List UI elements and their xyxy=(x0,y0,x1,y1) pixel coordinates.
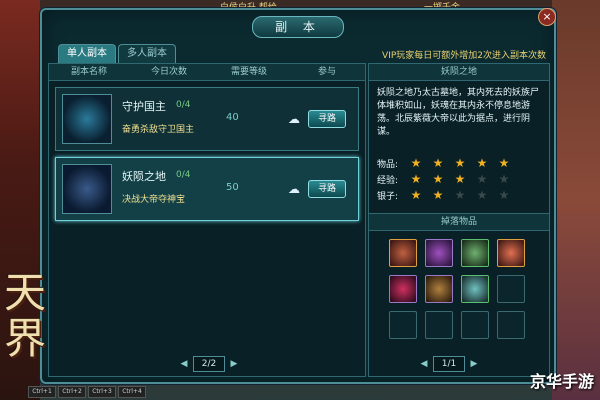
rating-row: 经验: ★ ★ ★ ★ ★ xyxy=(369,171,549,187)
page-indicator: 2/2 xyxy=(193,356,225,372)
prev-page-icon[interactable]: ◀ xyxy=(419,358,429,370)
header-name: 副本名称 xyxy=(70,67,107,77)
dungeon-row[interactable]: 守护国主 0/4 奋勇杀敌守卫国主 40 ☁ 寻路 xyxy=(55,87,359,151)
rating-list: 物品: ★ ★ ★ ★ ★ 经验: ★ ★ ★ ★ ★ 银子: ★ ★ ★ ★ ★ xyxy=(369,155,549,203)
rating-row: 物品: ★ ★ ★ ★ ★ xyxy=(369,155,549,171)
star-icon: ★ xyxy=(454,188,466,202)
drop-item-slot[interactable] xyxy=(497,239,525,267)
list-header: 副本名称 今日次数 需要等级 参与 xyxy=(49,64,365,81)
drops-title: 掉落物品 xyxy=(369,213,549,231)
vip-note: VIP玩家每日可额外增加2次进入副本次数 xyxy=(382,51,546,61)
ctrl-key[interactable]: Ctrl+1 xyxy=(28,386,56,398)
page-indicator: 1/1 xyxy=(433,356,465,372)
header-level: 需要等级 xyxy=(230,67,267,77)
drop-item-slot[interactable] xyxy=(461,239,489,267)
ctrl-key[interactable]: Ctrl+3 xyxy=(88,386,116,398)
star-icon: ★ xyxy=(410,172,422,186)
dungeon-level: 50 xyxy=(226,182,239,193)
dungeon-row[interactable]: 妖陨之地 0/4 决战大帝夺神宝 50 ☁ 寻路 xyxy=(55,157,359,221)
pathfind-button[interactable]: 寻路 xyxy=(308,110,346,128)
list-pager: ◀ 2/2 ▶ xyxy=(179,356,239,372)
drop-item-slot[interactable] xyxy=(425,275,453,303)
star-icon: ★ xyxy=(454,156,466,170)
star-icon: ★ xyxy=(410,188,422,202)
rating-label: 银子: xyxy=(377,191,399,202)
star-icon: ★ xyxy=(432,188,444,202)
dungeon-count: 0/4 xyxy=(176,100,191,110)
cloud-icon: ☁ xyxy=(288,112,300,126)
watermark: 京华手游 xyxy=(529,372,594,391)
detail-description: 妖陨之地乃太古墓地，其内死去的妖族尸体堆积如山，妖魂在其内永不停息地游荡。北辰紫… xyxy=(377,88,540,137)
star-icon: ★ xyxy=(454,172,466,186)
tab-team-dungeon[interactable]: 多人副本 xyxy=(118,44,176,63)
rating-label: 经验: xyxy=(377,175,399,186)
dungeon-list-panel: 副本名称 今日次数 需要等级 参与 守护国主 0/4 奋勇杀敌守卫国主 40 ☁… xyxy=(48,63,366,377)
dungeon-desc: 决战大帝夺神宝 xyxy=(122,195,186,205)
star-icon: ★ xyxy=(410,156,422,170)
star-icon: ★ xyxy=(476,156,488,170)
dungeon-level: 40 xyxy=(226,112,239,123)
drop-item-slot[interactable] xyxy=(461,275,489,303)
star-icon: ★ xyxy=(498,188,510,202)
drop-item-slot[interactable] xyxy=(389,239,417,267)
close-button[interactable]: × xyxy=(538,8,556,26)
pathfind-button[interactable]: 寻路 xyxy=(308,180,346,198)
empty-slot xyxy=(497,275,525,303)
window-title: 副 本 xyxy=(252,16,344,38)
ctrl-shortcut-bar: Ctrl+1 Ctrl+2 Ctrl+3 Ctrl+4 xyxy=(28,386,146,398)
cloud-icon: ☁ xyxy=(288,182,300,196)
tab-bar: 单人副本 多人副本 xyxy=(58,44,176,63)
star-icon: ★ xyxy=(498,172,510,186)
empty-slot xyxy=(461,311,489,339)
next-page-icon[interactable]: ▶ xyxy=(229,358,239,370)
tab-single-dungeon[interactable]: 单人副本 xyxy=(58,44,116,63)
header-join: 参与 xyxy=(317,67,336,77)
empty-slot xyxy=(425,311,453,339)
prev-page-icon[interactable]: ◀ xyxy=(179,358,189,370)
dungeon-desc: 奋勇杀敌守卫国主 xyxy=(122,125,195,135)
dungeon-name: 妖陨之地 xyxy=(122,170,166,183)
rating-row: 银子: ★ ★ ★ ★ ★ xyxy=(369,187,549,203)
dungeon-detail-panel: 妖陨之地 妖陨之地乃太古墓地，其内死去的妖族尸体堆积如山，妖魂在其内永不停息地游… xyxy=(368,63,550,377)
star-icon: ★ xyxy=(498,156,510,170)
empty-slot xyxy=(497,311,525,339)
star-icon: ★ xyxy=(432,172,444,186)
drops-pager: ◀ 1/1 ▶ xyxy=(419,356,479,372)
drop-grid xyxy=(369,231,549,339)
dungeon-window: 副 本 × 单人副本 多人副本 VIP玩家每日可额外增加2次进入副本次数 副本名… xyxy=(40,8,556,384)
ctrl-key[interactable]: Ctrl+4 xyxy=(118,386,146,398)
dungeon-thumbnail xyxy=(62,164,112,214)
next-page-icon[interactable]: ▶ xyxy=(469,358,479,370)
star-icon: ★ xyxy=(432,156,444,170)
empty-slot xyxy=(389,311,417,339)
header-count: 今日次数 xyxy=(150,67,187,77)
dungeon-thumbnail xyxy=(62,94,112,144)
dungeon-count: 0/4 xyxy=(176,170,191,180)
star-icon: ★ xyxy=(476,188,488,202)
scene-right-decor xyxy=(552,0,600,400)
game-logo: 天界 xyxy=(4,268,47,363)
ctrl-key[interactable]: Ctrl+2 xyxy=(58,386,86,398)
star-icon: ★ xyxy=(476,172,488,186)
drop-item-slot[interactable] xyxy=(425,239,453,267)
detail-title: 妖陨之地 xyxy=(369,64,549,81)
drop-item-slot[interactable] xyxy=(389,275,417,303)
rating-label: 物品: xyxy=(377,159,399,170)
dungeon-name: 守护国主 xyxy=(122,100,166,113)
